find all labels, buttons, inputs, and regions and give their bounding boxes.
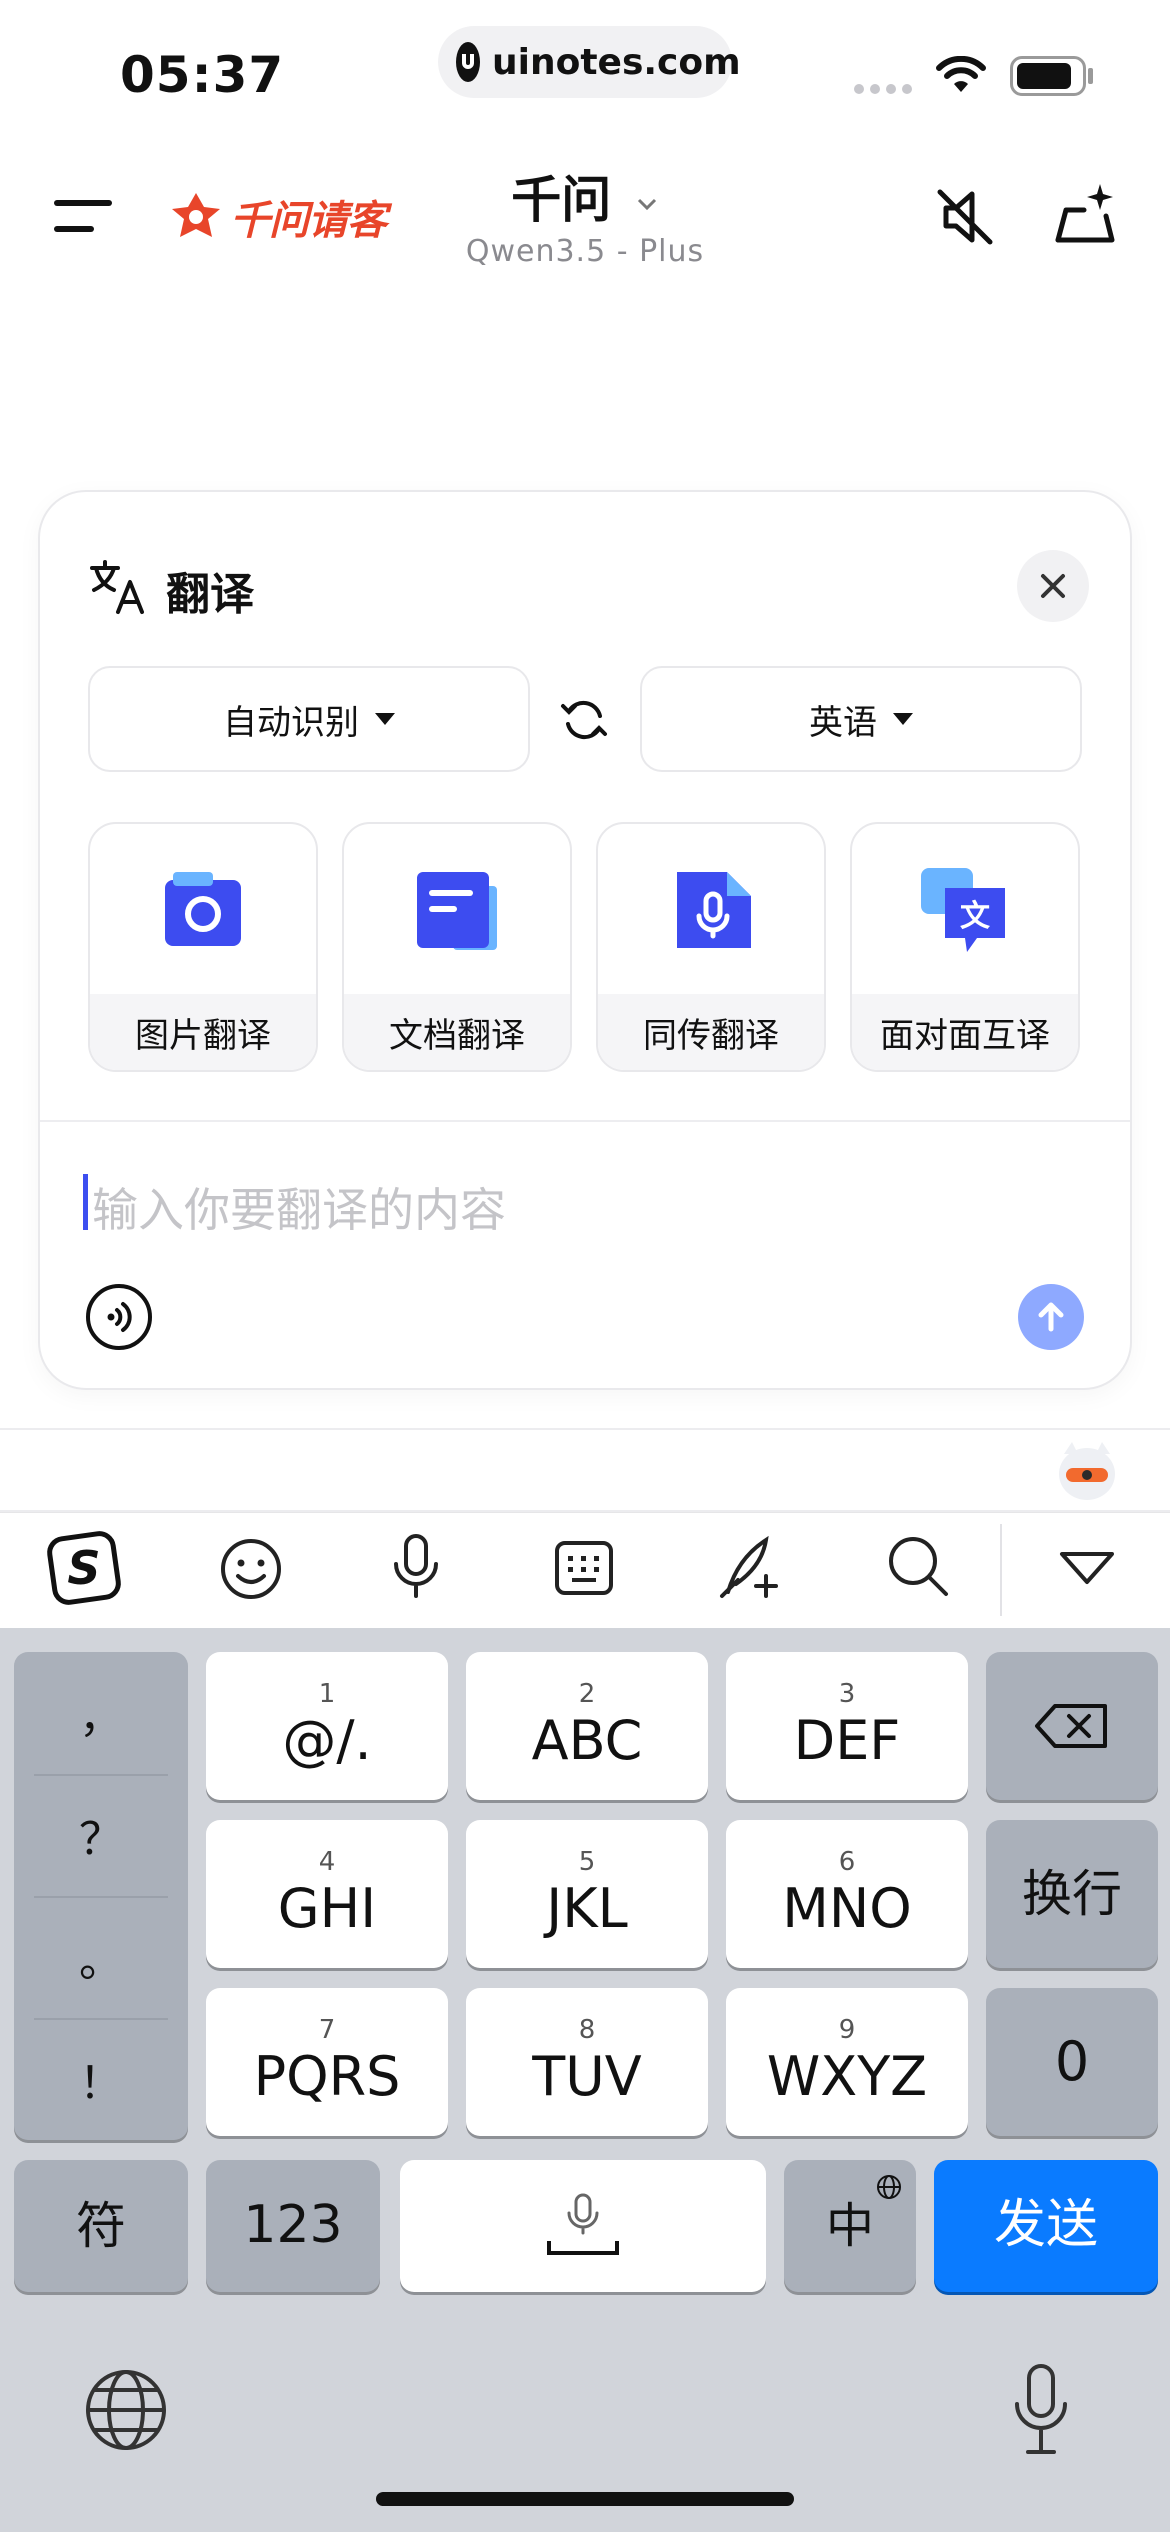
close-button[interactable]	[1017, 550, 1089, 622]
emoji-icon[interactable]	[218, 1536, 284, 1602]
sogou-logo-icon[interactable]: S	[46, 1530, 122, 1606]
microphone-icon	[677, 872, 751, 948]
globe-small-icon	[877, 2175, 901, 2199]
key-7[interactable]: 7 PQRS	[206, 1988, 448, 2136]
document-icon	[417, 872, 497, 950]
sound-wave-icon	[107, 1302, 132, 1332]
backspace-icon	[1035, 1704, 1107, 1748]
punct-question-key[interactable]: ？	[14, 1774, 188, 1896]
punct-period-key[interactable]: 。	[14, 1896, 188, 2018]
simultaneous-translate-button[interactable]: 同传翻译	[596, 822, 826, 1072]
key-8[interactable]: 8 TUV	[466, 1988, 708, 2136]
url-text: uinotes.com	[492, 41, 741, 83]
language-switch-key[interactable]: 中	[784, 2160, 916, 2292]
arrow-up-icon	[1038, 1302, 1064, 1332]
face-to-face-translate-icon: 文	[921, 868, 1005, 952]
backspace-key[interactable]	[986, 1652, 1158, 1800]
caret-down-icon	[375, 713, 395, 725]
text-cursor	[83, 1174, 88, 1230]
key-6[interactable]: 6 MNO	[726, 1820, 968, 1968]
voice-mode-button[interactable]	[86, 1284, 152, 1350]
newline-key[interactable]: 换行	[986, 1820, 1158, 1968]
site-logo-icon	[456, 42, 480, 82]
home-indicator[interactable]	[376, 2492, 794, 2506]
key-1[interactable]: 1 @/.	[206, 1652, 448, 1800]
chevron-down-icon	[637, 198, 656, 210]
numbers-key[interactable]: 123	[206, 2160, 380, 2292]
camera-icon	[165, 872, 241, 946]
keyboard-icon[interactable]	[554, 1540, 614, 1596]
send-translation-button[interactable]	[1018, 1284, 1084, 1350]
key-5[interactable]: 5 JKL	[466, 1820, 708, 1968]
key-2[interactable]: 2 ABC	[466, 1652, 708, 1800]
new-chat-sparkle-icon[interactable]	[1050, 180, 1120, 250]
close-icon	[1041, 574, 1065, 598]
dictation-mic-icon[interactable]	[1010, 2362, 1072, 2458]
source-language-dropdown[interactable]: 自动识别	[88, 666, 530, 772]
search-icon[interactable]	[886, 1534, 950, 1598]
status-time: 05:37	[120, 46, 285, 104]
battery-icon	[1010, 56, 1086, 96]
symbols-key[interactable]: 符	[14, 2160, 188, 2292]
translate-icon	[90, 560, 144, 614]
svg-text:S: S	[67, 1541, 100, 1595]
document-translate-button[interactable]: 文档翻译	[342, 822, 572, 1072]
face-to-face-translate-button[interactable]: 文 面对面互译	[850, 822, 1080, 1072]
space-mic-icon	[547, 2193, 619, 2255]
mute-icon[interactable]	[932, 184, 998, 250]
send-key[interactable]: 发送	[934, 2160, 1158, 2292]
swap-languages-icon[interactable]	[560, 696, 608, 744]
signal-icon	[854, 84, 912, 94]
url-pill[interactable]: uinotes.com	[438, 26, 741, 98]
card-divider	[40, 1120, 1130, 1122]
punct-exclaim-key[interactable]: ！	[14, 2018, 188, 2140]
battery-cap	[1088, 68, 1093, 84]
key-4[interactable]: 4 GHI	[206, 1820, 448, 1968]
card-title: 翻译	[166, 569, 254, 620]
target-language-dropdown[interactable]: 英语	[640, 666, 1082, 772]
toolbar-separator	[1000, 1524, 1002, 1616]
punct-comma-key[interactable]: ，	[14, 1652, 188, 1774]
globe-icon[interactable]	[84, 2368, 168, 2452]
caret-down-icon	[893, 713, 913, 725]
image-translate-button[interactable]: 图片翻译	[88, 822, 318, 1072]
wifi-icon	[936, 56, 986, 92]
translate-input[interactable]: 输入你要翻译的内容	[92, 1174, 506, 1240]
zero-key[interactable]: 0	[986, 1988, 1158, 2136]
space-key[interactable]	[400, 2160, 766, 2292]
punctuation-column[interactable]: ， ？ 。 ！	[14, 1652, 188, 2140]
svg-text:文: 文	[960, 899, 990, 934]
key-9[interactable]: 9 WXYZ	[726, 1988, 968, 2136]
collapse-icon[interactable]	[1058, 1550, 1116, 1586]
handwriting-icon[interactable]	[718, 1532, 784, 1600]
key-3[interactable]: 3 DEF	[726, 1652, 968, 1800]
mascot-icon[interactable]	[1052, 1438, 1122, 1504]
voice-input-icon[interactable]	[390, 1532, 442, 1602]
keyboard-candidate-bar	[0, 1428, 1170, 1512]
